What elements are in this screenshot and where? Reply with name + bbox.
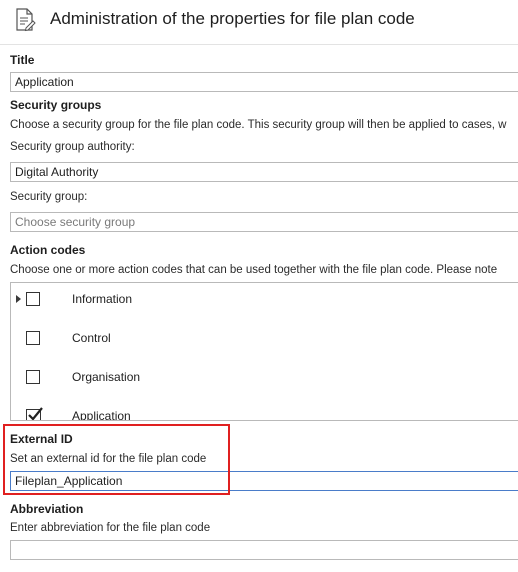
document-edit-icon [16, 8, 36, 32]
security-group-field[interactable]: Choose security group [10, 212, 518, 232]
title-field[interactable]: Application [10, 72, 518, 92]
organisation-checkbox[interactable] [26, 370, 40, 384]
action-codes-help: Choose one or more action codes that can… [10, 264, 498, 276]
information-checkbox[interactable] [26, 292, 40, 306]
external-id-highlight-box [3, 424, 230, 495]
security-group-authority-label: Security group authority: [10, 141, 135, 153]
list-item-label: Information [72, 292, 133, 306]
dialog-header: Administration of the properties for fil… [0, 0, 518, 40]
control-checkbox[interactable] [26, 331, 40, 345]
action-codes-list[interactable]: Information Control Organisation Applica… [10, 282, 518, 421]
security-group-label: Security group: [10, 191, 88, 203]
current-row-arrow-icon [16, 295, 21, 303]
abbreviation-field[interactable] [10, 540, 518, 560]
abbreviation-help: Enter abbreviation for the file plan cod… [10, 522, 211, 534]
list-item[interactable]: Control [11, 328, 518, 348]
action-codes-label: Action codes [10, 243, 86, 257]
list-item[interactable]: Application [11, 406, 518, 421]
header-divider [0, 44, 518, 45]
list-item-label: Organisation [72, 370, 141, 384]
security-group-authority-field[interactable]: Digital Authority [10, 162, 518, 182]
title-label: Title [10, 53, 35, 67]
list-item-label: Application [72, 409, 131, 421]
page-title: Administration of the properties for fil… [50, 9, 415, 28]
abbreviation-label: Abbreviation [10, 502, 84, 516]
security-groups-help: Choose a security group for the file pla… [10, 119, 507, 131]
list-item[interactable]: Information [11, 289, 518, 309]
application-checkbox-checked-icon[interactable] [26, 406, 44, 421]
security-groups-label: Security groups [10, 98, 102, 112]
list-item[interactable]: Organisation [11, 367, 518, 387]
list-item-label: Control [72, 331, 111, 345]
